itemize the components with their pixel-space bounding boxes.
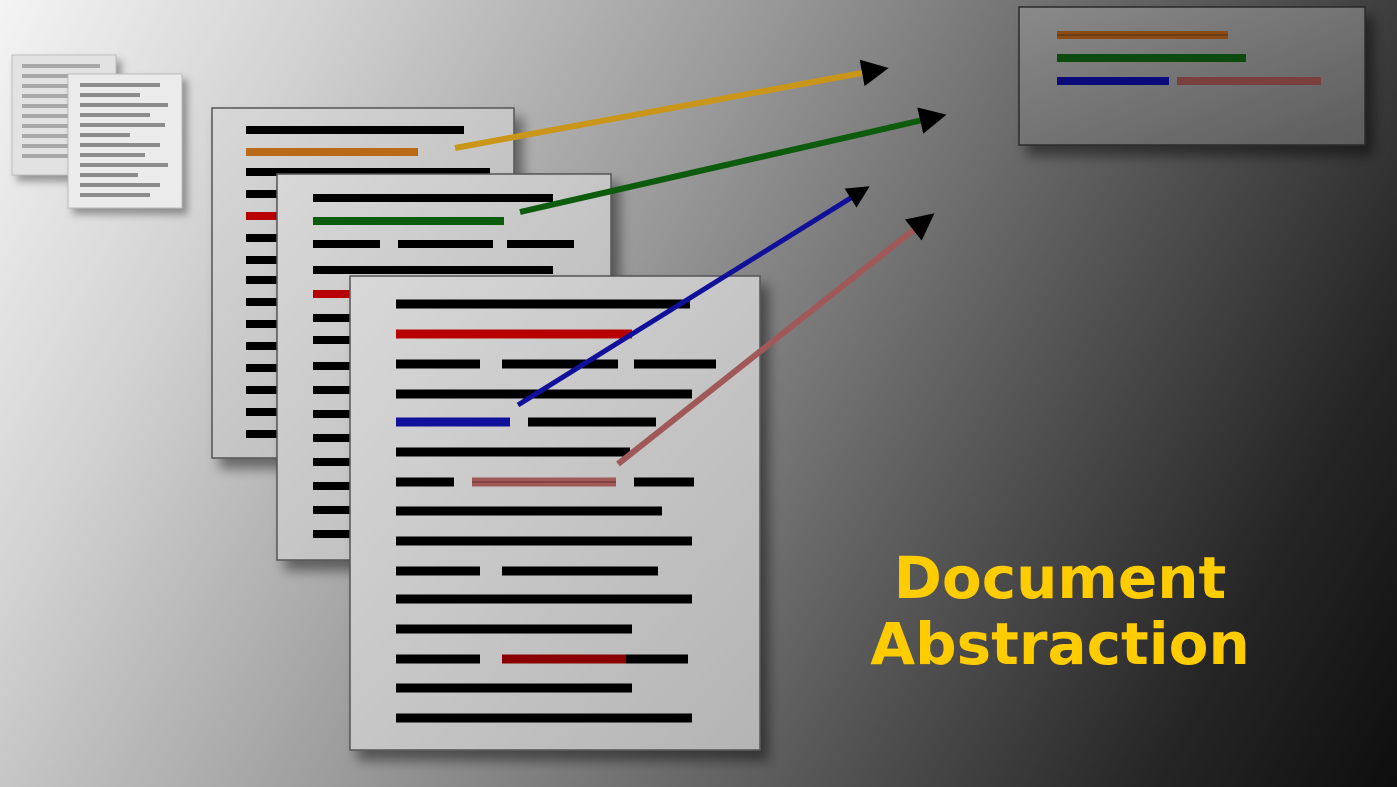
- title-line-1: Document: [893, 544, 1227, 612]
- document-page-front: [349, 275, 761, 751]
- summary-document-icon: [1018, 6, 1366, 146]
- document-stack-icon: [11, 54, 183, 209]
- title-line-2: Abstraction: [870, 610, 1250, 678]
- diagram-title: Document Abstraction: [830, 545, 1290, 677]
